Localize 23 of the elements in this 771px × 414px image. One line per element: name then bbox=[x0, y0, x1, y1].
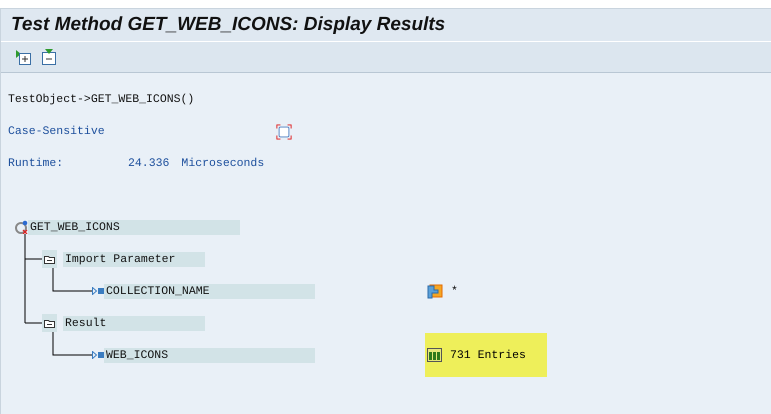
tree-node[interactable]: Result bbox=[63, 316, 205, 330]
node-value[interactable]: 731 Entries bbox=[450, 348, 526, 362]
checkbox[interactable] bbox=[276, 123, 292, 139]
tree-node[interactable]: Import Parameter bbox=[63, 252, 205, 266]
node-marker-icon bbox=[92, 287, 104, 295]
expand-all-button[interactable] bbox=[15, 49, 31, 65]
collapse-all-button[interactable] bbox=[41, 49, 57, 65]
folder-icon[interactable] bbox=[44, 318, 55, 328]
runtime-value: 24.336 bbox=[128, 156, 170, 170]
tree-node[interactable]: WEB_ICONS bbox=[104, 348, 315, 362]
runtime-unit: Microseconds bbox=[181, 156, 264, 170]
node-marker-icon bbox=[92, 351, 104, 359]
window-title: Test Method GET_WEB_ICONS: Display Results bbox=[1, 9, 771, 42]
tree-node[interactable]: GET_WEB_ICONS bbox=[28, 220, 240, 234]
tree-node[interactable]: COLLECTION_NAME bbox=[104, 284, 315, 298]
case-sensitive-label: Case-Sensitive bbox=[8, 124, 106, 138]
folder-icon[interactable] bbox=[44, 254, 55, 264]
method-icon bbox=[14, 220, 28, 234]
method-call: TestObject->GET_WEB_ICONS() bbox=[8, 92, 194, 106]
parameter-icon bbox=[427, 284, 443, 298]
runtime-label: Runtime: bbox=[8, 156, 64, 170]
table-icon bbox=[427, 348, 442, 362]
node-value[interactable]: * bbox=[451, 284, 458, 298]
